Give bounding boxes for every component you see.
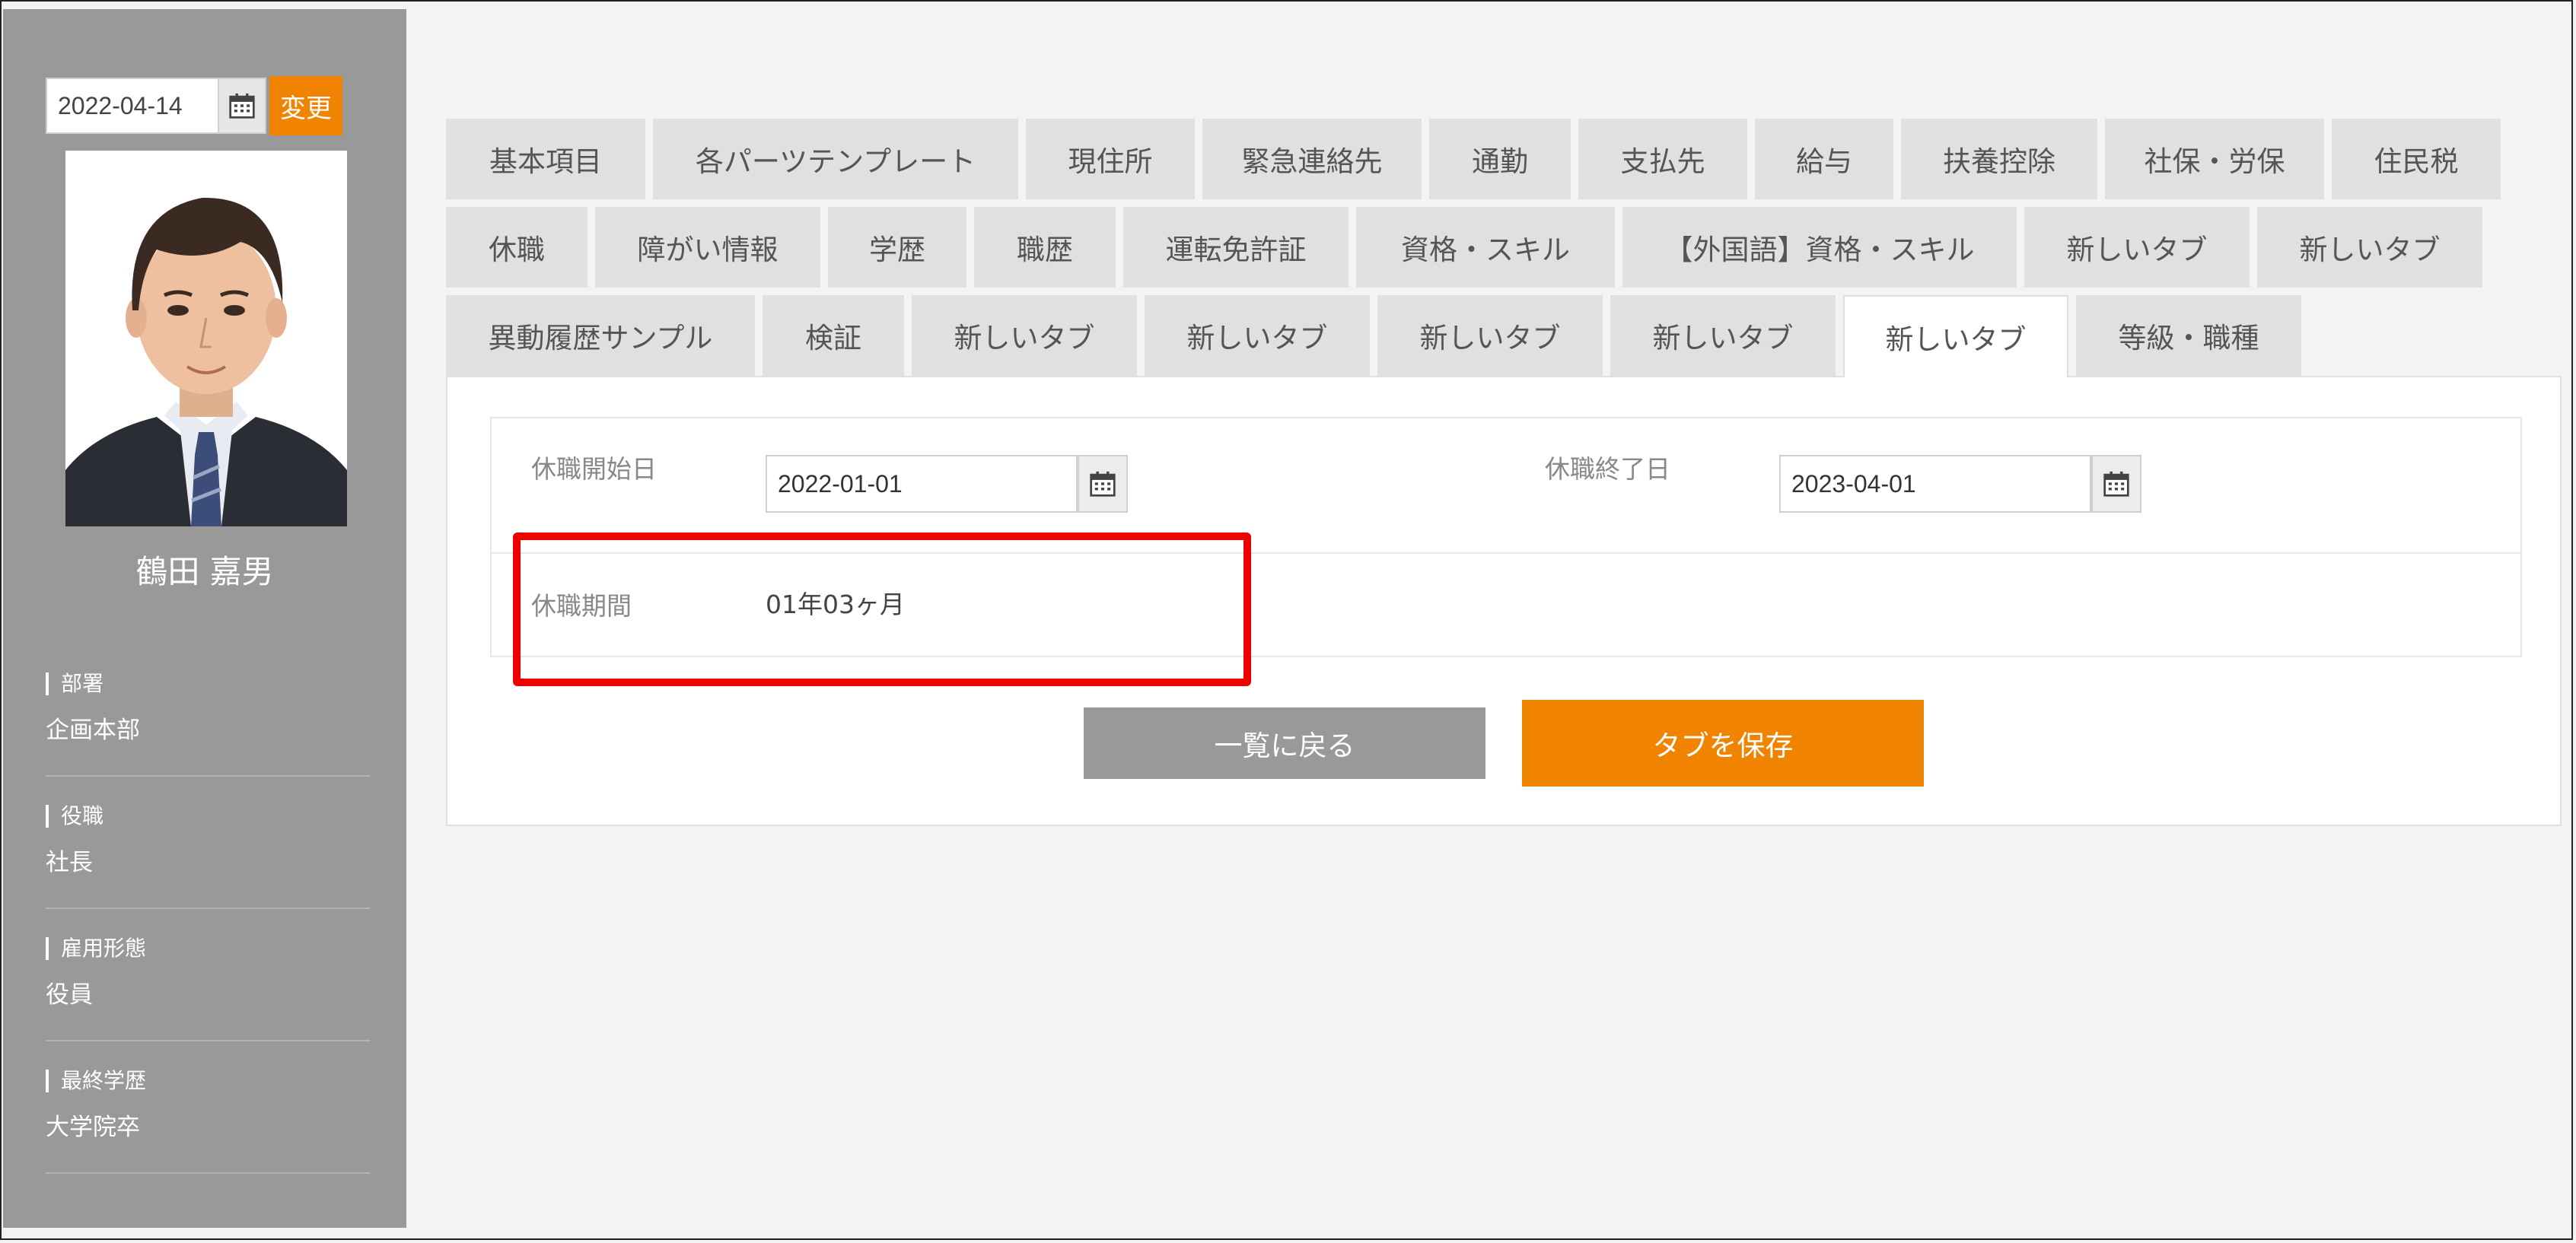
divider — [46, 775, 370, 777]
info-value: 企画本部 — [46, 717, 140, 744]
date-input[interactable]: 2022-04-14 — [46, 78, 219, 134]
back-to-list-button[interactable]: 一覧に戻る — [1084, 707, 1485, 779]
tab-new-tab[interactable]: 新しいタブ — [1145, 295, 1370, 376]
calendar-icon — [1090, 471, 1116, 497]
tab-emergency-contact[interactable]: 緊急連絡先 — [1202, 119, 1422, 199]
tab-education[interactable]: 学歴 — [828, 207, 966, 288]
info-department: 部署 企画本部 — [46, 672, 370, 777]
calendar-button[interactable] — [219, 78, 266, 134]
tab-drivers-license[interactable]: 運転免許証 — [1123, 207, 1348, 288]
tab-work-history[interactable]: 職歴 — [974, 207, 1116, 288]
tab-row-3: 異動履歴サンプル 検証 新しいタブ 新しいタブ 新しいタブ 新しいタブ 新しいタ… — [446, 295, 2523, 377]
date-selector: 2022-04-14 変更 — [46, 76, 342, 137]
calendar-icon — [229, 93, 255, 119]
tab-new-tab[interactable]: 新しいタブ — [2024, 207, 2250, 288]
tab-new-tab[interactable]: 新しいタブ — [1610, 295, 1836, 376]
info-education: 最終学歴 大学院卒 — [46, 1070, 370, 1174]
tab-transfer-history-sample[interactable]: 異動履歴サンプル — [446, 295, 755, 376]
info-label: 役職 — [46, 805, 370, 828]
info-employment-type: 雇用形態 役員 — [46, 937, 370, 1041]
info-label: 雇用形態 — [46, 937, 370, 960]
tab-social-insurance[interactable]: 社保・労保 — [2105, 119, 2324, 199]
tab-qualifications[interactable]: 資格・スキル — [1356, 207, 1615, 288]
tab-row-1: 基本項目 各パーツテンプレート 現住所 緊急連絡先 通勤 支払先 給与 扶養控除… — [446, 119, 2523, 199]
calendar-icon — [2103, 471, 2129, 497]
leave-start-date-input[interactable]: 2022-01-01 — [766, 455, 1078, 513]
tab-payee[interactable]: 支払先 — [1578, 119, 1747, 199]
tab-salary[interactable]: 給与 — [1755, 119, 1893, 199]
tab-leave[interactable]: 休職 — [446, 207, 587, 288]
tab-commute[interactable]: 通勤 — [1429, 119, 1571, 199]
info-label: 部署 — [46, 672, 370, 695]
highlight-box — [513, 532, 1251, 686]
tab-verification[interactable]: 検証 — [763, 295, 904, 376]
tab-new-tab[interactable]: 新しいタブ — [1377, 295, 1603, 376]
employee-sidebar: 2022-04-14 変更 鶴田 嘉男 部署 企画本部 役職 社長 雇用形態 役… — [3, 9, 406, 1228]
info-value: 大学院卒 — [46, 1114, 140, 1141]
info-label: 最終学歴 — [46, 1070, 370, 1092]
tab-new-tab-active[interactable]: 新しいタブ — [1843, 295, 2068, 377]
tab-basic-items[interactable]: 基本項目 — [446, 119, 645, 199]
employee-photo — [65, 151, 347, 526]
leave-start-label: 休職開始日 — [531, 454, 657, 484]
tab-parts-template[interactable]: 各パーツテンプレート — [653, 119, 1018, 199]
tab-new-tab[interactable]: 新しいタブ — [912, 295, 1137, 376]
leave-start-calendar-button[interactable] — [1078, 455, 1128, 513]
leave-end-label: 休職終了日 — [1545, 454, 1670, 484]
tab-disability-info[interactable]: 障がい情報 — [595, 207, 820, 288]
tab-foreign-language-qualifications[interactable]: 【外国語】資格・スキル — [1622, 207, 2017, 288]
divider — [46, 1040, 370, 1041]
tab-current-address[interactable]: 現住所 — [1026, 119, 1195, 199]
info-position: 役職 社長 — [46, 805, 370, 909]
info-value: 社長 — [46, 849, 93, 876]
save-tab-button[interactable]: タブを保存 — [1522, 700, 1924, 787]
tab-dependent-deduction[interactable]: 扶養控除 — [1901, 119, 2097, 199]
divider — [46, 908, 370, 909]
leave-end-date-input[interactable]: 2023-04-01 — [1779, 455, 2091, 513]
change-date-button[interactable]: 変更 — [269, 76, 342, 135]
tab-resident-tax[interactable]: 住民税 — [2332, 119, 2501, 199]
divider — [46, 1172, 370, 1174]
tab-bar: 基本項目 各パーツテンプレート 現住所 緊急連絡先 通勤 支払先 給与 扶養控除… — [446, 119, 2523, 383]
tab-row-2: 休職 障がい情報 学歴 職歴 運転免許証 資格・スキル 【外国語】資格・スキル … — [446, 207, 2523, 288]
leave-end-calendar-button[interactable] — [2091, 455, 2141, 513]
tab-new-tab[interactable]: 新しいタブ — [2257, 207, 2482, 288]
tab-grade-job-type[interactable]: 等級・職種 — [2076, 295, 2301, 376]
employee-name: 鶴田 嘉男 — [135, 553, 274, 590]
info-value: 役員 — [46, 981, 93, 1009]
